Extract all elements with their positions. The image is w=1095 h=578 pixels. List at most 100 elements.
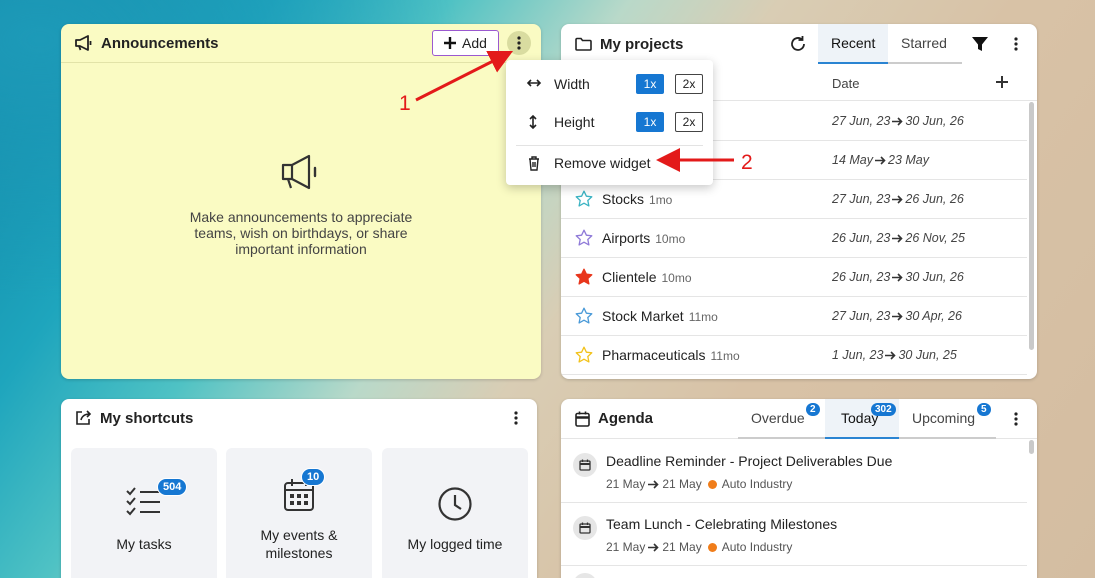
width-2x-button[interactable]: 2x xyxy=(675,74,703,94)
project-date-range: 1 Jun, 23 30 Jun, 25 xyxy=(832,348,957,362)
star-icon[interactable] xyxy=(575,268,593,286)
project-date-range: 27 Jun, 23 30 Apr, 26 xyxy=(832,309,962,323)
arrow-right-icon xyxy=(885,351,897,360)
project-row[interactable]: Stock Market 11mo 27 Jun, 23 30 Apr, 26 xyxy=(561,297,1027,336)
arrow-right-icon xyxy=(648,479,659,489)
tab-label: Overdue xyxy=(751,410,805,426)
tab-overdue[interactable]: Overdue 2 xyxy=(738,399,825,439)
add-button-label: Add xyxy=(462,35,487,51)
shortcut-my-tasks[interactable]: 504 My tasks xyxy=(71,448,217,578)
height-1x-button[interactable]: 1x xyxy=(636,112,664,132)
annotation-number-1: 1 xyxy=(399,92,411,115)
project-age: 11mo xyxy=(688,310,718,324)
shortcut-label: My tasks xyxy=(116,536,172,552)
filter-icon[interactable] xyxy=(972,36,988,52)
agenda-title: Agenda xyxy=(598,410,654,427)
announcements-header: Announcements Add xyxy=(61,24,541,63)
kebab-icon xyxy=(1014,412,1018,426)
agenda-item-title: Deadline Reminder - Project Deliverables… xyxy=(606,453,893,469)
remove-widget-item[interactable]: Remove widget xyxy=(506,144,713,182)
project-date-range: 26 Jun, 23 30 Jun, 26 xyxy=(832,270,964,284)
upcoming-count-badge: 5 xyxy=(977,403,991,416)
star-icon[interactable] xyxy=(575,307,593,325)
arrow-right-icon xyxy=(892,312,904,321)
agenda-item[interactable]: Team Lunch - Celebrating Milestones 21 M… xyxy=(561,503,1027,566)
project-age: 11mo xyxy=(710,349,740,363)
annotation-number-2: 2 xyxy=(741,151,753,174)
calendar-small-icon xyxy=(575,411,590,427)
agenda-more-button[interactable] xyxy=(1004,407,1028,431)
star-icon[interactable] xyxy=(575,190,593,208)
project-row[interactable]: Clientele 10mo 26 Jun, 23 30 Jun, 26 xyxy=(561,258,1027,297)
star-icon[interactable] xyxy=(575,229,593,247)
project-row[interactable]: Stocks 1mo 27 Jun, 23 26 Jun, 26 xyxy=(561,180,1027,219)
project-end-date: 26 Nov, 25 xyxy=(905,231,965,245)
height-2x-button[interactable]: 2x xyxy=(675,112,703,132)
project-end-date: 30 Jun, 26 xyxy=(905,270,964,284)
add-announcement-button[interactable]: Add xyxy=(432,30,499,56)
shortcuts-widget: My shortcuts 504 My tasks 10 My events &… xyxy=(61,399,537,578)
project-start-date: 27 Jun, 23 xyxy=(832,309,891,323)
announcements-title: Announcements xyxy=(101,34,219,52)
shortcut-my-events[interactable]: 10 My events & milestones xyxy=(226,448,372,578)
checklist-icon xyxy=(126,486,162,518)
tab-today[interactable]: Today 302 xyxy=(825,399,899,439)
announcements-widget: Announcements Add Make announcements to … xyxy=(61,24,541,379)
tab-upcoming[interactable]: Upcoming 5 xyxy=(899,399,996,439)
event-calendar-icon xyxy=(573,573,597,578)
plus-icon xyxy=(444,37,457,49)
share-icon xyxy=(75,410,92,426)
today-count-badge: 302 xyxy=(871,403,896,416)
agenda-item-to: 21 May xyxy=(662,540,702,554)
tasks-count-badge: 504 xyxy=(157,478,188,496)
agenda-widget: Agenda Overdue 2 Today 302 Upcoming 5 De… xyxy=(561,399,1037,578)
project-title: Pharmaceuticals xyxy=(602,347,706,363)
project-start-date: 1 Jun, 23 xyxy=(832,348,884,362)
agenda-item-project: Auto Industry xyxy=(721,477,793,491)
project-name: Stocks 1mo xyxy=(602,191,672,207)
menu-height-row: Height 1x 2x xyxy=(506,103,713,141)
project-row[interactable]: Airports 10mo 26 Jun, 23 26 Nov, 25 xyxy=(561,219,1027,258)
agenda-scrollbar[interactable] xyxy=(1029,440,1034,454)
project-title: Stocks xyxy=(602,191,645,207)
folder-icon xyxy=(575,37,592,51)
announcements-more-button[interactable] xyxy=(507,31,531,55)
shortcuts-header: My shortcuts xyxy=(61,399,537,437)
agenda-item-from: 21 May xyxy=(606,540,646,554)
tab-recent[interactable]: Recent xyxy=(818,24,888,64)
tab-label: Upcoming xyxy=(912,410,976,426)
agenda-item-project: Auto Industry xyxy=(721,540,793,554)
projects-more-button[interactable] xyxy=(1004,32,1028,56)
agenda-item-from: 21 May xyxy=(606,477,646,491)
project-name: Clientele 10mo xyxy=(602,269,692,285)
shortcuts-more-button[interactable] xyxy=(504,406,528,430)
tab-starred[interactable]: Starred xyxy=(888,24,962,64)
project-start-date: 26 Jun, 23 xyxy=(832,270,891,284)
shortcut-my-logged-time[interactable]: My logged time xyxy=(382,448,528,578)
projects-tabs: Recent Starred xyxy=(818,24,962,64)
arrow-right-icon xyxy=(892,234,904,243)
menu-width-row: Width 1x 2x xyxy=(506,65,713,103)
projects-scrollbar[interactable] xyxy=(1029,102,1034,350)
width-1x-button[interactable]: 1x xyxy=(636,74,664,94)
agenda-item-title: Team Lunch - Celebrating Milestones xyxy=(606,516,838,532)
project-age: 10mo xyxy=(661,271,692,285)
agenda-item-meta: 21 May 21 May Auto Industry xyxy=(606,540,792,554)
star-icon[interactable] xyxy=(575,346,593,364)
megaphone-icon xyxy=(75,35,93,51)
events-count-badge: 10 xyxy=(301,468,326,486)
kebab-icon xyxy=(517,36,521,50)
kebab-icon xyxy=(514,411,518,425)
project-name: Pharmaceuticals 11mo xyxy=(602,347,740,363)
agenda-item[interactable]: Deadline Reminder - Project Deliverables… xyxy=(561,440,1027,503)
announcements-empty-state: Make announcements to appreciate teams, … xyxy=(61,154,541,257)
project-end-date: 30 Jun, 26 xyxy=(905,114,964,128)
arrow-right-icon xyxy=(892,195,904,204)
add-column-icon[interactable] xyxy=(996,76,1008,88)
agenda-item-to: 21 May xyxy=(662,477,702,491)
widget-options-menu: Width 1x 2x Height 1x 2x Remove widget xyxy=(506,60,713,185)
project-row[interactable]: Pharmaceuticals 11mo 1 Jun, 23 30 Jun, 25 xyxy=(561,336,1027,375)
announcements-empty-text: Make announcements to appreciate teams, … xyxy=(189,209,413,257)
project-end-date: 30 Apr, 26 xyxy=(905,309,962,323)
refresh-icon[interactable] xyxy=(789,35,807,53)
